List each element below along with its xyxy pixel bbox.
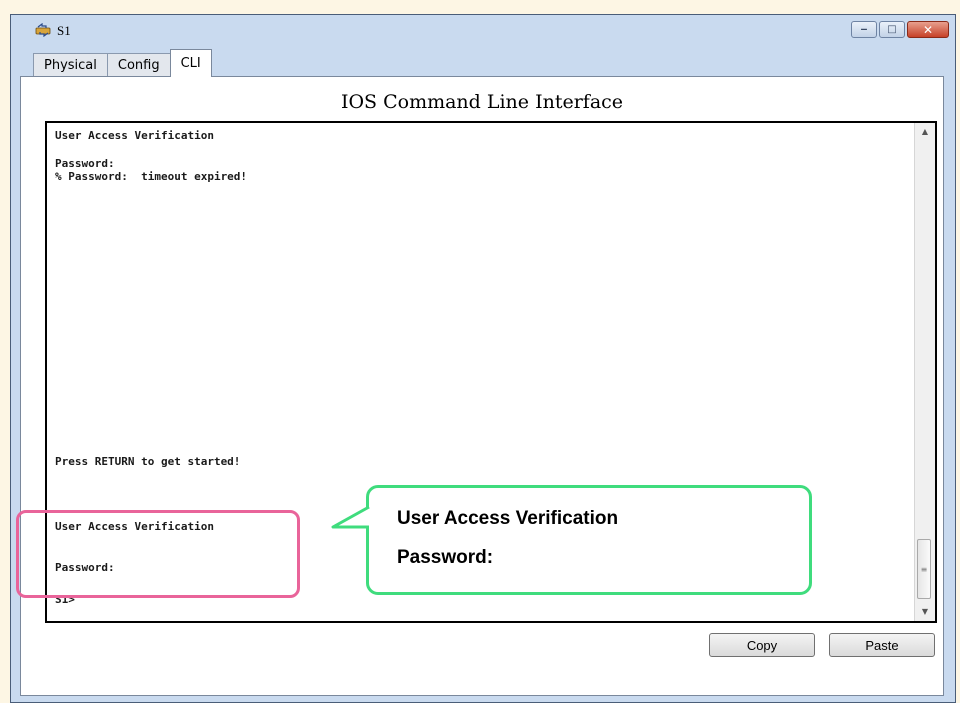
page-title: IOS Command Line Interface bbox=[340, 91, 624, 113]
cli-window: S1 ‒ □ ✕ Physical Config CLI IOS Command… bbox=[10, 14, 956, 703]
minimize-icon: ‒ bbox=[860, 23, 868, 35]
cli-panel: IOS Command Line Interface User Access V… bbox=[20, 76, 944, 696]
title-bar[interactable]: S1 ‒ □ ✕ bbox=[11, 15, 955, 45]
scroll-thumb[interactable]: ≡ bbox=[917, 539, 931, 599]
scroll-down-icon[interactable]: ▼ bbox=[915, 603, 935, 621]
callout-line: Password: bbox=[397, 547, 494, 568]
terminal-line: Password: bbox=[55, 157, 115, 170]
close-button[interactable]: ✕ bbox=[907, 21, 949, 38]
terminal-line: User Access Verification bbox=[55, 129, 214, 142]
callout-bubble: User Access Verification Password: bbox=[366, 485, 812, 595]
tab-physical[interactable]: Physical bbox=[33, 53, 108, 77]
tab-cli[interactable]: CLI bbox=[169, 49, 212, 77]
tab-config[interactable]: Config bbox=[106, 53, 171, 77]
callout-pointer bbox=[331, 505, 373, 529]
copy-button[interactable]: Copy bbox=[709, 633, 815, 657]
highlight-box bbox=[16, 510, 300, 598]
terminal-scrollbar[interactable]: ▲ ≡ ▼ bbox=[914, 123, 935, 621]
window-controls: ‒ □ ✕ bbox=[851, 21, 949, 38]
minimize-button[interactable]: ‒ bbox=[851, 21, 877, 38]
window-title: S1 bbox=[57, 23, 71, 38]
maximize-button[interactable]: □ bbox=[879, 21, 905, 38]
close-icon: ✕ bbox=[922, 22, 934, 37]
terminal-line: Press RETURN to get started! bbox=[55, 455, 241, 468]
maximize-icon: □ bbox=[887, 23, 897, 35]
scroll-up-icon[interactable]: ▲ bbox=[915, 123, 935, 141]
tab-bar: Physical Config CLI bbox=[33, 49, 212, 77]
switch-icon bbox=[35, 23, 51, 37]
terminal-line: % Password: timeout expired! bbox=[55, 170, 248, 183]
callout-line: User Access Verification bbox=[397, 508, 619, 529]
paste-button[interactable]: Paste bbox=[829, 633, 935, 657]
